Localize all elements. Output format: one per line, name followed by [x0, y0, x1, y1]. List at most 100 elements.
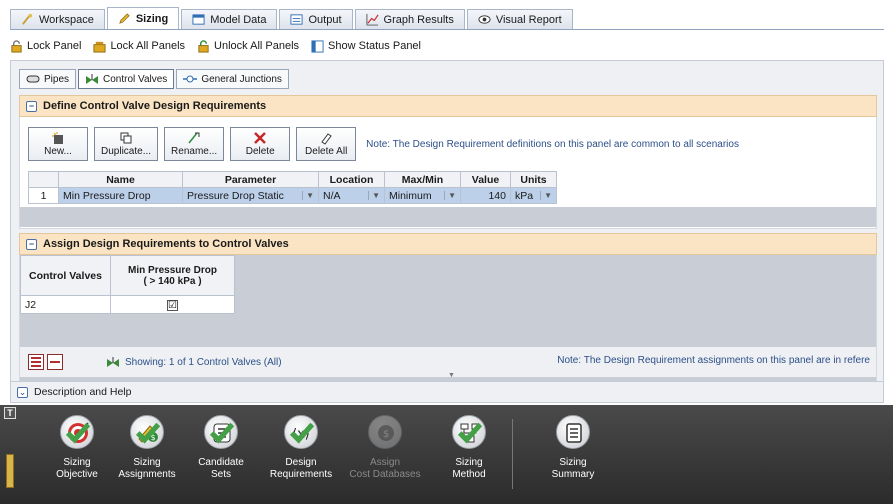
- pipe-icon: [26, 75, 40, 83]
- min-pressure-drop-column-header: Min Pressure Drop ( > 140 kPa ): [110, 255, 235, 296]
- subtab-general-junctions[interactable]: General Junctions: [176, 69, 289, 89]
- tab-model-data[interactable]: Model Data: [181, 9, 278, 29]
- chevron-down-icon[interactable]: ▼: [302, 191, 314, 200]
- column-header-line: Min Pressure Drop: [128, 264, 217, 276]
- ribbon-label: Assign: [369, 457, 400, 468]
- splitter-arrow-icon[interactable]: ▼: [448, 372, 455, 379]
- sizing-assignments-button[interactable]: $ Sizing Assignments: [110, 415, 184, 481]
- location-dropdown[interactable]: N/A ▼: [318, 187, 385, 204]
- select-all-button[interactable]: [28, 354, 44, 370]
- assign-cost-databases-button[interactable]: $ Assign Cost Databases: [348, 415, 422, 481]
- sizing-panel: Pipes Control Valves General Junctions −…: [10, 60, 884, 400]
- delete-all-button[interactable]: Delete All: [296, 127, 357, 161]
- status-panel-icon: [311, 39, 324, 53]
- junction-icon: [183, 75, 198, 83]
- maxmin-dropdown[interactable]: Minimum ▼: [384, 187, 461, 204]
- tab-visual-report[interactable]: Visual Report: [466, 9, 573, 29]
- table-empty-area: [20, 207, 876, 227]
- design-requirements-button[interactable]: ⟨x⟩ Design Requirements: [264, 415, 338, 481]
- description-and-help-bar[interactable]: ⌄ Description and Help: [10, 381, 884, 403]
- chevron-down-icon[interactable]: ▼: [444, 191, 456, 200]
- subtab-label: Pipes: [44, 73, 70, 85]
- main-tab-strip: Workspace Sizing Model Data Output Graph…: [10, 7, 884, 30]
- location-column-header: Location: [318, 171, 385, 188]
- svg-text:$: $: [383, 429, 389, 440]
- tab-label: Graph Results: [383, 13, 454, 26]
- control-valve-icon: [86, 74, 99, 84]
- sizing-objective-button[interactable]: Sizing Objective: [40, 415, 114, 481]
- duplicate-icon: [120, 132, 132, 144]
- unlock-icon: [198, 39, 209, 53]
- define-requirements-header[interactable]: − Define Control Valve Design Requiremen…: [19, 95, 877, 117]
- checkmark-icon: [66, 422, 90, 444]
- assign-requirements-header[interactable]: − Assign Design Requirements to Control …: [19, 233, 877, 255]
- ribbon-label: Sizing: [455, 457, 483, 468]
- collapse-icon[interactable]: −: [26, 238, 37, 250]
- deselect-all-button[interactable]: [47, 354, 63, 370]
- tab-label: Visual Report: [495, 13, 562, 26]
- unlock-all-label: Unlock All Panels: [214, 40, 300, 52]
- checkmark-icon: [458, 422, 482, 444]
- duplicate-button[interactable]: Duplicate...: [94, 127, 159, 161]
- checkmark-icon: [136, 422, 160, 444]
- requirement-buttons: New... Duplicate... Rename... Delete Del…: [28, 127, 739, 161]
- lock-all-panels-button[interactable]: Lock All Panels: [93, 40, 185, 53]
- location-value: N/A: [323, 189, 341, 202]
- chevron-down-icon[interactable]: ▼: [540, 191, 552, 200]
- new-button[interactable]: New...: [28, 127, 88, 161]
- checkmark-icon: [210, 422, 234, 444]
- section-title: Define Control Valve Design Requirements: [43, 100, 267, 112]
- assignment-checkbox-cell[interactable]: ☑: [110, 295, 235, 314]
- sizing-summary-button[interactable]: Sizing Summary: [536, 415, 610, 481]
- output-icon: [290, 14, 304, 25]
- new-label: New...: [44, 146, 72, 157]
- parameter-dropdown[interactable]: Pressure Drop Static ▼: [182, 187, 319, 204]
- checkmark-icon: [290, 422, 314, 444]
- tab-sizing[interactable]: Sizing: [106, 7, 180, 29]
- unlock-all-panels-button[interactable]: Unlock All Panels: [197, 39, 300, 53]
- tab-workspace[interactable]: Workspace: [10, 9, 105, 29]
- subtab-label: Control Valves: [103, 73, 168, 85]
- delete-button[interactable]: Delete: [230, 127, 291, 161]
- show-status-panel-button[interactable]: Show Status Panel: [311, 39, 421, 53]
- assignments-note: Note: The Design Requirement assignments…: [557, 355, 870, 366]
- table-row[interactable]: 1 Min Pressure Drop Pressure Drop Static…: [28, 187, 557, 204]
- summary-icon: [566, 423, 582, 443]
- name-cell[interactable]: Min Pressure Drop: [58, 187, 183, 204]
- ribbon-label: Sizing: [559, 457, 587, 468]
- eraser-icon: [321, 133, 332, 145]
- value-column-header: Value: [460, 171, 511, 188]
- value-cell[interactable]: 140: [460, 187, 511, 204]
- expand-icon[interactable]: ⌄: [17, 386, 28, 398]
- showing-filter[interactable]: Showing: 1 of 1 Control Valves (All): [106, 356, 282, 368]
- ribbon-label: Method: [452, 469, 486, 480]
- ribbon-label: Assignments: [118, 469, 176, 480]
- collapse-icon[interactable]: −: [26, 100, 37, 112]
- assignment-checkbox[interactable]: ☑: [167, 299, 178, 311]
- delete-all-label: Delete All: [305, 146, 348, 157]
- units-dropdown[interactable]: kPa ▼: [510, 187, 557, 204]
- candidate-sets-button[interactable]: Candidate Sets: [184, 415, 258, 481]
- pencil-icon: [119, 13, 130, 24]
- text-toggle-icon[interactable]: T: [4, 407, 16, 419]
- graph-icon: [365, 13, 379, 26]
- row-index: 1: [28, 187, 59, 204]
- lock-panel-label: Lock Panel: [27, 40, 82, 52]
- tab-graph-results[interactable]: Graph Results: [354, 9, 465, 29]
- requirements-table: Name Parameter Location Max/Min Value Un…: [28, 171, 557, 204]
- definitions-note: Note: The Design Requirement definitions…: [366, 138, 739, 150]
- sizing-method-button[interactable]: Sizing Method: [432, 415, 506, 481]
- subtab-pipes[interactable]: Pipes: [19, 69, 77, 89]
- rename-icon: [188, 132, 200, 144]
- ribbon-separator: [512, 419, 513, 489]
- rename-button[interactable]: Rename...: [164, 127, 225, 161]
- lock-panel-button[interactable]: Lock Panel: [10, 39, 82, 53]
- lock-icon: [11, 39, 22, 53]
- subtab-control-valves[interactable]: Control Valves: [78, 69, 175, 89]
- model-data-icon: [192, 14, 205, 25]
- tab-output[interactable]: Output: [279, 9, 353, 29]
- chevron-down-icon[interactable]: ▼: [368, 191, 380, 200]
- parameter-value: Pressure Drop Static: [187, 189, 284, 202]
- table-header-row: Control Valves Min Pressure Drop ( > 140…: [20, 255, 235, 296]
- ribbon-grip-icon[interactable]: [6, 454, 14, 488]
